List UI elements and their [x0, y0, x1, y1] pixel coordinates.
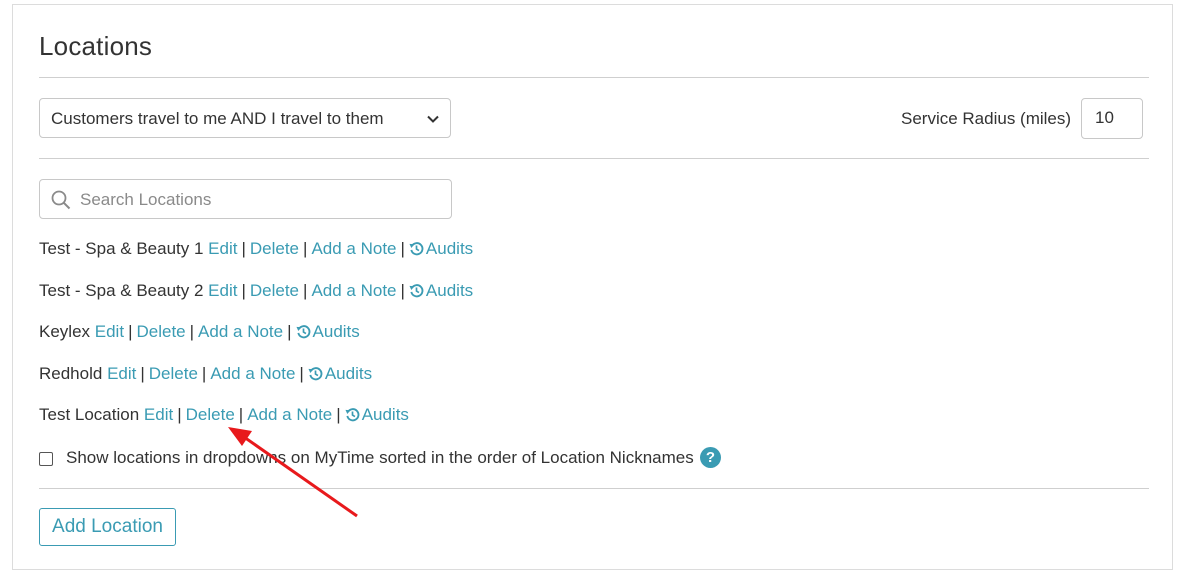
search-input[interactable]: Search Locations [39, 179, 452, 219]
help-icon[interactable]: ? [700, 447, 721, 468]
audits-label: Audits [324, 364, 373, 383]
sort-option-label: Show locations in dropdowns on MyTime so… [66, 448, 694, 467]
location-name: Test - Spa & Beauty 2 [39, 281, 204, 300]
separator: | [299, 364, 304, 383]
delete-link[interactable]: Delete [149, 364, 198, 383]
separator: | [400, 239, 405, 258]
divider [39, 488, 1149, 489]
edit-link[interactable]: Edit [107, 364, 136, 383]
service-radius-input[interactable]: 10 [1081, 98, 1143, 139]
page-title: Locations [39, 31, 153, 61]
history-icon [409, 242, 424, 256]
add-location-button[interactable]: Add Location [39, 508, 176, 546]
location-name: Test Location [39, 405, 140, 424]
search-icon [51, 190, 71, 210]
location-row: Test Location Edit | Delete | Add a Note | Aud… [39, 405, 409, 425]
delete-link[interactable]: Delete [136, 322, 185, 341]
edit-link[interactable]: Edit [208, 239, 237, 258]
add-note-link[interactable]: Add a Note [311, 281, 396, 300]
separator: | [201, 364, 207, 383]
audits-link[interactable]: Audits [345, 405, 409, 424]
delete-link[interactable]: Delete [250, 239, 299, 258]
location-row: Test - Spa & Beauty 2 Edit | Delete | Add a … [39, 281, 473, 301]
separator: | [128, 322, 133, 341]
service-radius-label: Service Radius (miles) [901, 109, 1072, 128]
add-note-link[interactable]: Add a Note [198, 322, 283, 341]
audits-label: Audits [361, 405, 409, 424]
history-icon [345, 408, 360, 422]
location-row: Keylex Edit | Delete | Add a Note | Audits [39, 322, 360, 342]
add-note-link[interactable]: Add a Note [210, 364, 295, 383]
separator: | [189, 322, 195, 341]
add-note-link[interactable]: Add a Note [311, 239, 396, 258]
history-icon [409, 284, 424, 298]
travel-mode-value: Customers travel to me AND I travel to t… [51, 109, 384, 128]
history-icon [308, 367, 323, 381]
search-placeholder: Search Locations [80, 190, 212, 209]
separator: | [241, 281, 246, 300]
audits-label: Audits [425, 281, 474, 300]
history-icon [296, 325, 310, 339]
location-name: Keylex [39, 322, 91, 341]
location-name: Test - Spa & Beauty 1 [39, 239, 204, 258]
edit-link[interactable]: Edit [144, 405, 173, 424]
travel-mode-select[interactable]: Customers travel to me AND I travel to t… [39, 98, 451, 138]
divider [39, 158, 1149, 159]
chevron-down-icon [427, 115, 439, 123]
edit-link[interactable]: Edit [95, 322, 124, 341]
separator: | [140, 364, 145, 383]
audits-label: Audits [425, 239, 474, 258]
audits-link[interactable]: Audits [308, 364, 372, 383]
audits-link[interactable]: Audits [409, 239, 473, 258]
separator: | [238, 405, 244, 424]
audits-link[interactable]: Audits [296, 322, 360, 341]
separator: | [400, 281, 405, 300]
separator: | [287, 322, 292, 341]
separator: | [303, 239, 308, 258]
delete-link[interactable]: Delete [250, 281, 299, 300]
locations-panel: Locations Customers travel to me AND I t… [12, 4, 1173, 570]
divider [39, 77, 1149, 78]
add-note-link[interactable]: Add a Note [247, 405, 332, 424]
location-name: Redhold [39, 364, 103, 383]
audits-label: Audits [312, 322, 360, 341]
separator: | [336, 405, 341, 424]
separator: | [177, 405, 182, 424]
delete-link[interactable]: Delete [186, 405, 235, 424]
location-row: Redhold Edit | Delete | Add a Note | Audits [39, 364, 372, 384]
edit-link[interactable]: Edit [208, 281, 237, 300]
separator: | [241, 239, 246, 258]
sort-option-checkbox[interactable] [39, 452, 53, 466]
separator: | [303, 281, 308, 300]
location-row: Test - Spa & Beauty 1 Edit | Delete | Add a … [39, 239, 473, 259]
audits-link[interactable]: Audits [409, 281, 473, 300]
